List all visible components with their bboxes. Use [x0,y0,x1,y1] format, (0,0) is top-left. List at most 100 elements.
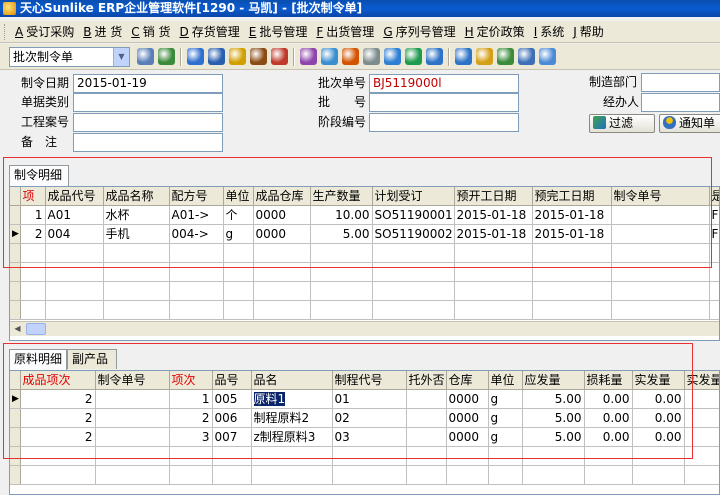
table-cell[interactable] [684,408,719,428]
table-cell[interactable]: 5.00 [522,389,585,409]
table-row[interactable]: 1 A01 水杯 A01-> 个 0000 10.00 SO51190001 2015-01-1… [10,205,719,225]
table-cell[interactable] [632,465,685,485]
menu-item-c[interactable]: C销 货 [127,21,175,42]
table-cell[interactable] [532,281,612,301]
menu-item-d[interactable]: D 存货管理 [176,21,245,42]
filter-button[interactable]: 过滤 [589,114,655,133]
row-selector[interactable] [10,427,21,447]
table-cell[interactable]: 03 [332,427,407,447]
table-cell[interactable] [103,243,170,263]
notify-button[interactable]: 通知单 [659,114,720,133]
table-cell[interactable] [611,281,710,301]
menu-item-b[interactable]: B进 货 [79,21,127,42]
tree-icon[interactable] [497,48,514,65]
table-cell[interactable]: 1 [20,205,46,225]
table-cell[interactable] [332,446,407,466]
column-header[interactable]: 预开工日期 [454,187,533,206]
column-header[interactable]: 生产数量 [310,187,373,206]
menu-item-g[interactable]: G 序列号管理 [379,21,460,42]
cart-icon[interactable] [426,48,443,65]
table-cell[interactable]: 02 [332,408,407,428]
phone-icon[interactable] [208,48,225,65]
table-cell[interactable]: 2015-01-18 [454,205,533,225]
column-header[interactable]: 是 [709,187,719,206]
table-cell[interactable]: 0.00 [632,427,685,447]
table-cell[interactable]: SO51190001 [372,205,455,225]
table-cell[interactable]: SO51190002 [372,224,455,244]
table-cell[interactable] [611,262,710,282]
table-cell[interactable]: 2 [169,408,213,428]
table-cell[interactable] [454,262,533,282]
table-cell[interactable] [95,427,170,447]
column-header[interactable]: 仓库 [446,371,489,390]
project-no-field[interactable] [73,113,223,132]
table-cell[interactable] [611,243,710,263]
empty-row[interactable] [10,446,719,466]
table-cell[interactable] [446,465,489,485]
table-cell[interactable] [372,243,455,263]
menu-item-e[interactable]: E 批号管理 [245,21,313,42]
table-cell[interactable]: 0.00 [632,408,685,428]
lock-icon[interactable] [229,48,246,65]
column-header[interactable]: 品名 [251,371,333,390]
column-header[interactable]: 托外否 [406,371,447,390]
table-row[interactable]: 2 3 007 z制程原料3 03 0000 g 5.00 0.00 0.00 [10,427,719,447]
menu-item-h[interactable]: H 定价政策 [461,21,530,42]
table-cell[interactable] [684,446,719,466]
table-cell[interactable] [95,389,170,409]
column-header[interactable]: 配方号 [169,187,224,206]
table-cell[interactable] [20,243,46,263]
table-cell[interactable]: z制程原料3 [251,427,333,447]
table-cell[interactable]: 0000 [446,427,489,447]
help-icon[interactable] [384,48,401,65]
scroll-left-icon[interactable]: ◀ [10,322,25,336]
empty-row[interactable] [10,465,719,485]
table-cell[interactable]: F [709,224,719,244]
window-icon[interactable] [539,48,556,65]
row-selector[interactable] [10,205,21,225]
table-cell[interactable] [684,465,719,485]
table-cell[interactable]: 007 [212,427,252,447]
table-cell[interactable] [372,262,455,282]
table-cell[interactable] [212,446,252,466]
empty-row[interactable] [10,262,719,282]
column-header[interactable]: 成品仓库 [253,187,311,206]
menu-item-i[interactable]: I 系统 [530,21,570,42]
table-cell[interactable] [709,262,719,282]
row-selector[interactable]: ▶ [10,224,21,244]
table-cell[interactable]: 2015-01-18 [532,205,612,225]
empty-row[interactable] [10,243,719,263]
table-cell[interactable]: 005 [212,389,252,409]
money-icon[interactable] [405,48,422,65]
column-header[interactable]: 预完工日期 [532,187,612,206]
table-cell[interactable] [406,408,447,428]
table-cell[interactable]: 水杯 [103,205,170,225]
table-cell[interactable]: 1 [169,389,213,409]
column-header[interactable]: 应发量 [522,371,585,390]
table-cell[interactable]: A01-> [169,205,224,225]
table-cell[interactable] [95,408,170,428]
table-cell[interactable] [310,281,373,301]
column-header[interactable]: 计划受订 [372,187,455,206]
table-cell[interactable] [632,446,685,466]
table-cell[interactable]: 2 [20,389,96,409]
table-cell[interactable]: A01 [45,205,104,225]
monitor-icon[interactable] [518,48,535,65]
table-cell[interactable] [20,465,96,485]
table-row[interactable]: 2 2 006 制程原料2 02 0000 g 5.00 0.00 0.00 [10,408,719,428]
table-cell[interactable] [454,281,533,301]
column-header[interactable]: 单位 [223,187,254,206]
table-cell[interactable] [253,262,311,282]
table-cell[interactable]: 个 [223,205,254,225]
row-selector[interactable] [10,281,21,301]
table-cell[interactable] [532,262,612,282]
table-cell[interactable]: g [488,408,523,428]
table-cell[interactable] [169,281,224,301]
table-cell[interactable]: g [223,224,254,244]
table-cell[interactable]: 006 [212,408,252,428]
row-selector[interactable] [10,300,21,320]
table-cell[interactable] [611,205,710,225]
row-selector[interactable] [10,243,21,263]
table-row[interactable]: ▶ 2 004 手机 004-> g 0000 5.00 SO51190002 2015-01-1… [10,224,719,244]
table-cell[interactable]: 10.00 [310,205,373,225]
